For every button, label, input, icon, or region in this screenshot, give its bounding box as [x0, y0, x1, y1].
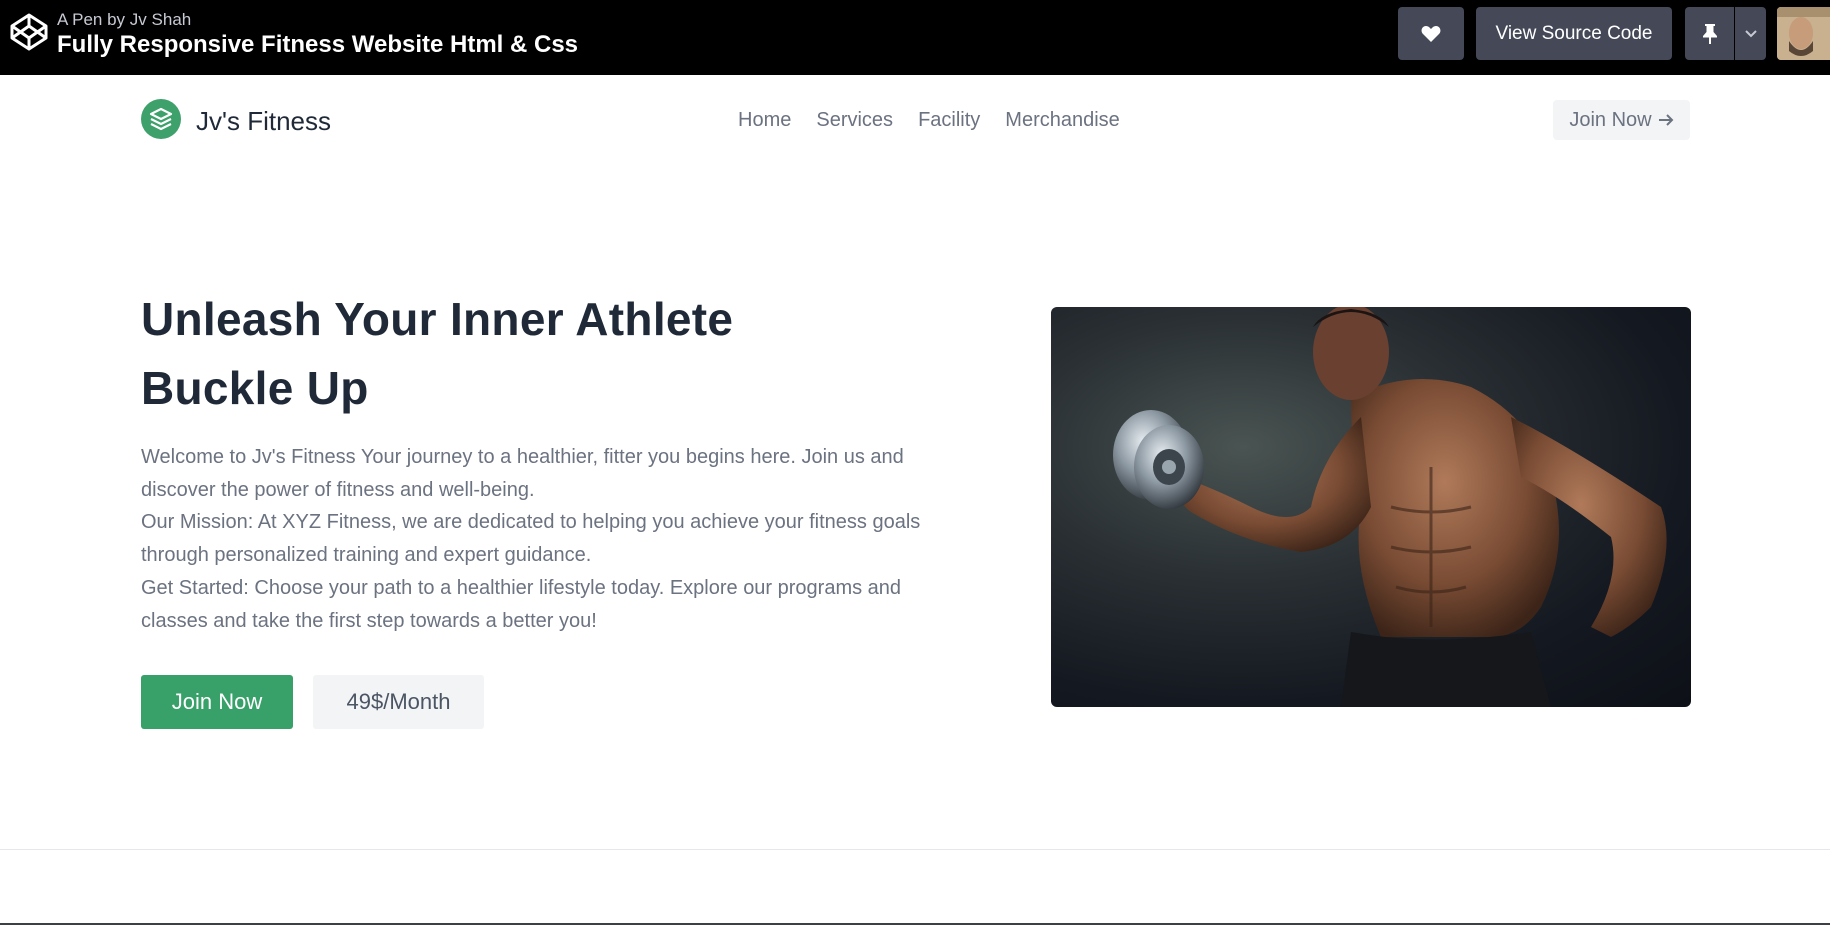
athlete-illustration [1113, 307, 1667, 707]
pen-byline: A Pen by Jv Shah [57, 10, 191, 30]
hero-paragraph-mission: Our Mission: At XYZ Fitness, we are dedi… [141, 511, 921, 567]
nav-join-button[interactable]: Join Now [1553, 100, 1690, 140]
hero-athlete-image [1051, 307, 1691, 707]
chevron-down-icon [1744, 29, 1757, 37]
site-navbar: Jv's Fitness Home Services Facility Merc… [0, 75, 1830, 167]
hero-description: Welcome to Jv's Fitness Your journey to … [141, 441, 931, 637]
author-link[interactable]: Jv Shah [130, 10, 191, 29]
nav-link-merchandise[interactable]: Merchandise [1005, 109, 1120, 132]
hero-join-button[interactable]: Join Now [141, 675, 293, 729]
codepen-logo-icon[interactable] [9, 12, 49, 52]
pin-icon [1702, 23, 1717, 44]
hero-heading: Unleash Your Inner Athlete Buckle Up [141, 285, 733, 423]
nav-link-services[interactable]: Services [816, 109, 893, 132]
section-divider [0, 849, 1830, 850]
arrow-right-icon [1658, 114, 1674, 126]
codepen-header: A Pen by Jv Shah Fully Responsive Fitnes… [0, 0, 1830, 75]
pin-button[interactable] [1685, 7, 1734, 60]
nav-links: Home Services Facility Merchandise [738, 109, 1120, 132]
hero-heading-line1: Unleash Your Inner Athlete [141, 293, 734, 345]
stack-layers-icon [149, 107, 173, 131]
nav-link-facility[interactable]: Facility [918, 109, 980, 132]
brand-name[interactable]: Jv's Fitness [196, 106, 331, 137]
pen-title: Fully Responsive Fitness Website Html & … [57, 31, 579, 58]
byline-prefix: A Pen by [57, 10, 126, 29]
user-avatar[interactable] [1777, 7, 1830, 60]
nav-join-label: Join Now [1569, 108, 1652, 131]
brand-logo-icon[interactable] [141, 99, 181, 139]
heart-icon [1421, 25, 1441, 42]
hero-paragraph-get-started: Get Started: Choose your path to a healt… [141, 576, 902, 632]
pin-dropdown-button[interactable] [1735, 7, 1766, 60]
hero-price-button[interactable]: 49$/Month [313, 675, 484, 729]
hero-heading-line2: Buckle Up [141, 362, 369, 414]
hero-paragraph-welcome: Welcome to Jv's Fitness Your journey to … [141, 446, 904, 501]
like-button[interactable] [1398, 7, 1464, 60]
avatar-image [1777, 7, 1830, 60]
view-source-button[interactable]: View Source Code [1476, 7, 1672, 60]
nav-link-home[interactable]: Home [738, 109, 791, 132]
